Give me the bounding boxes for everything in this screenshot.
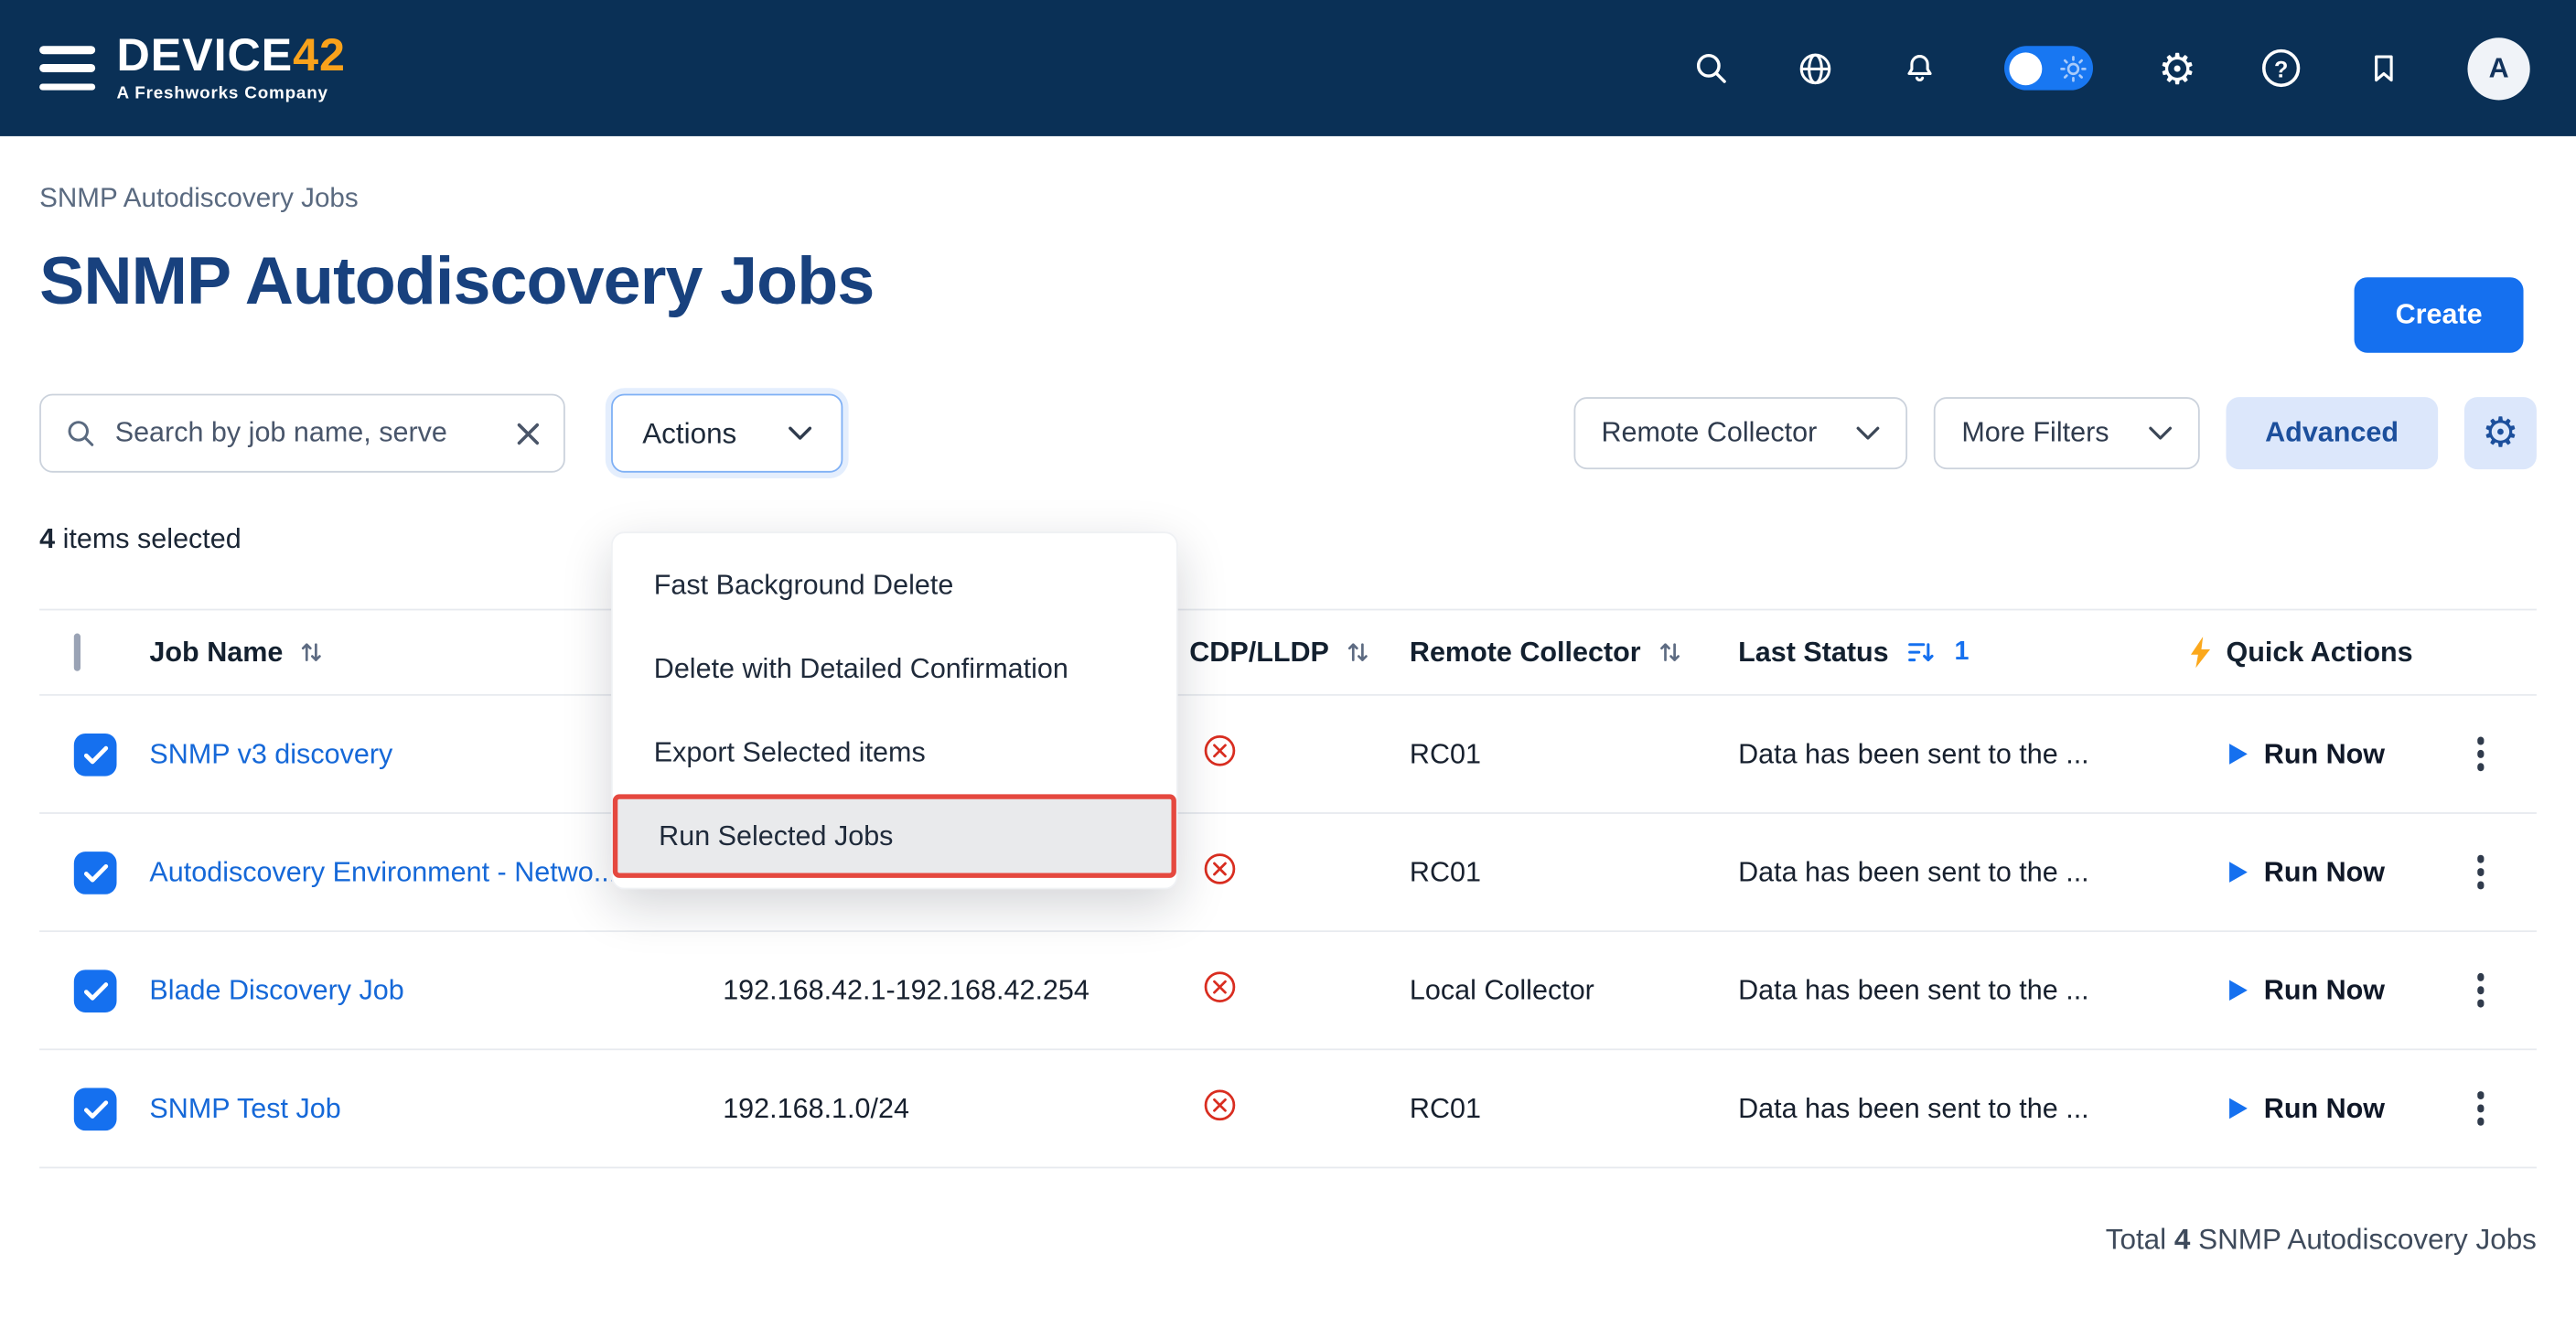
help-icon[interactable]: ?	[2262, 49, 2300, 87]
sort-order-badge: 1	[1954, 637, 1969, 667]
play-icon	[2227, 1096, 2249, 1120]
target-cell: 192.168.42.1-192.168.42.254	[723, 974, 1150, 1007]
gear-icon[interactable]: ⚙	[2158, 47, 2196, 90]
run-now-button[interactable]: Run Now	[2227, 737, 2385, 770]
menu-item-delete-with-detailed-confirmation[interactable]: Delete with Detailed Confirmation	[613, 627, 1176, 711]
last-status-cell: Data has been sent to the ...	[1738, 1092, 2184, 1125]
brand-accent: 42	[293, 30, 346, 81]
avatar[interactable]: A	[2467, 37, 2529, 99]
total-count-summary: Total 4 SNMP Autodiscovery Jobs	[39, 1223, 2537, 1323]
menu-item-fast-background-delete[interactable]: Fast Background Delete	[613, 543, 1176, 627]
sort-icon	[1658, 640, 1682, 665]
run-now-button[interactable]: Run Now	[2227, 974, 2385, 1007]
row-checkbox[interactable]	[74, 851, 117, 894]
search-box	[39, 394, 565, 473]
table-row: Autodiscovery Environment - Netwo... 192…	[39, 814, 2537, 932]
target-cell: 192.168.1.0/24	[723, 1092, 1150, 1125]
jobs-table: Job Name CDP/LLDP Remote Collector	[39, 609, 2537, 1169]
kebab-menu-button[interactable]	[2467, 845, 2495, 898]
lightning-icon	[2188, 637, 2213, 668]
main-content: SNMP Autodiscovery Jobs SNMP Autodiscove…	[0, 184, 2576, 1323]
job-name-link[interactable]: SNMP Test Job	[149, 1092, 340, 1125]
run-now-button[interactable]: Run Now	[2227, 856, 2385, 889]
actions-dropdown-button[interactable]: Actions	[611, 394, 843, 473]
table-header-row: Job Name CDP/LLDP Remote Collector	[39, 610, 2537, 695]
table-row: Blade Discovery Job 192.168.42.1-192.168…	[39, 932, 2537, 1050]
row-checkbox[interactable]	[74, 733, 117, 776]
search-icon	[64, 417, 97, 450]
error-circle-icon	[1203, 733, 1238, 767]
selection-summary: 4 items selected	[39, 523, 2537, 556]
clear-search-icon[interactable]	[516, 421, 541, 445]
chevron-down-icon	[1856, 426, 1879, 439]
table-row: SNMP Test Job 192.168.1.0/24 RC01 Data h…	[39, 1050, 2537, 1168]
device42-logo[interactable]: DEVICE42 A Freshworks Company	[117, 33, 346, 102]
advanced-button[interactable]: Advanced	[2226, 397, 2438, 469]
remote-collector-cell: RC01	[1410, 737, 1738, 770]
device42-app: DEVICE42 A Freshworks Company ⚙ ?	[0, 0, 2576, 1339]
job-name-link[interactable]: SNMP v3 discovery	[149, 737, 392, 770]
play-icon	[2227, 860, 2249, 884]
sort-icon	[299, 640, 324, 665]
top-navbar: DEVICE42 A Freshworks Company ⚙ ?	[0, 0, 2576, 136]
sun-icon	[2060, 55, 2087, 81]
toggle-knob	[2009, 52, 2042, 85]
play-icon	[2227, 978, 2249, 1002]
chevron-down-icon	[789, 426, 811, 439]
last-status-cell: Data has been sent to the ...	[1738, 737, 2184, 770]
column-header-quick-actions: Quick Actions	[2188, 636, 2537, 669]
run-now-button[interactable]: Run Now	[2227, 1092, 2385, 1125]
kebab-menu-button[interactable]	[2467, 1082, 2495, 1135]
remote-collector-filter[interactable]: Remote Collector	[1573, 397, 1907, 469]
sort-icon	[1346, 640, 1370, 665]
globe-icon[interactable]	[1795, 48, 1834, 88]
search-input[interactable]	[115, 417, 498, 450]
remote-collector-cell: RC01	[1410, 856, 1738, 889]
search-icon[interactable]	[1691, 49, 1729, 87]
brand-primary: DEVICE	[117, 30, 294, 81]
bell-icon[interactable]	[1900, 49, 1937, 87]
kebab-menu-button[interactable]	[2467, 727, 2495, 780]
create-button[interactable]: Create	[2355, 277, 2524, 353]
job-name-link[interactable]: Blade Discovery Job	[149, 974, 403, 1007]
last-status-cell: Data has been sent to the ...	[1738, 856, 2184, 889]
table-row: SNMP v3 discovery RC01 Data has been sen…	[39, 696, 2537, 814]
column-header-remote-collector[interactable]: Remote Collector	[1410, 636, 1738, 669]
last-status-cell: Data has been sent to the ...	[1738, 974, 2184, 1007]
column-header-cdp-lldp[interactable]: CDP/LLDP	[1189, 636, 1410, 669]
bookmark-icon[interactable]	[2366, 49, 2402, 87]
page-title: SNMP Autodiscovery Jobs	[39, 241, 2537, 320]
select-all-checkbox[interactable]	[74, 633, 80, 670]
chevron-down-icon	[2149, 426, 2172, 439]
error-circle-icon	[1203, 969, 1238, 1003]
remote-collector-cell: RC01	[1410, 1092, 1738, 1125]
job-name-link[interactable]: Autodiscovery Environment - Netwo...	[149, 856, 617, 889]
hamburger-menu-button[interactable]	[39, 46, 95, 90]
row-checkbox[interactable]	[74, 1087, 117, 1130]
gear-icon: ⚙	[2482, 412, 2518, 454]
hamburger-icon	[39, 46, 95, 53]
kebab-menu-button[interactable]	[2467, 964, 2495, 1017]
sort-desc-icon	[1905, 640, 1935, 665]
total-count: 4	[2174, 1223, 2190, 1256]
selection-count: 4	[39, 523, 55, 554]
theme-toggle[interactable]	[2003, 46, 2092, 90]
brand-tagline: A Freshworks Company	[117, 86, 346, 103]
toolbar: Actions Remote Collector More Filters	[39, 394, 2537, 473]
row-checkbox[interactable]	[74, 969, 117, 1012]
error-circle-icon	[1203, 1087, 1238, 1122]
breadcrumb[interactable]: SNMP Autodiscovery Jobs	[39, 184, 359, 215]
error-circle-icon	[1203, 851, 1238, 885]
menu-item-run-selected-jobs[interactable]: Run Selected Jobs	[613, 794, 1176, 878]
remote-collector-cell: Local Collector	[1410, 974, 1738, 1007]
menu-item-export-selected-items[interactable]: Export Selected items	[613, 711, 1176, 795]
table-settings-button[interactable]: ⚙	[2464, 397, 2537, 469]
column-header-last-status[interactable]: Last Status 1	[1738, 636, 2184, 669]
play-icon	[2227, 742, 2249, 766]
more-filters-dropdown[interactable]: More Filters	[1934, 397, 2199, 469]
actions-dropdown-menu: Fast Background Delete Delete with Detai…	[611, 531, 1178, 889]
